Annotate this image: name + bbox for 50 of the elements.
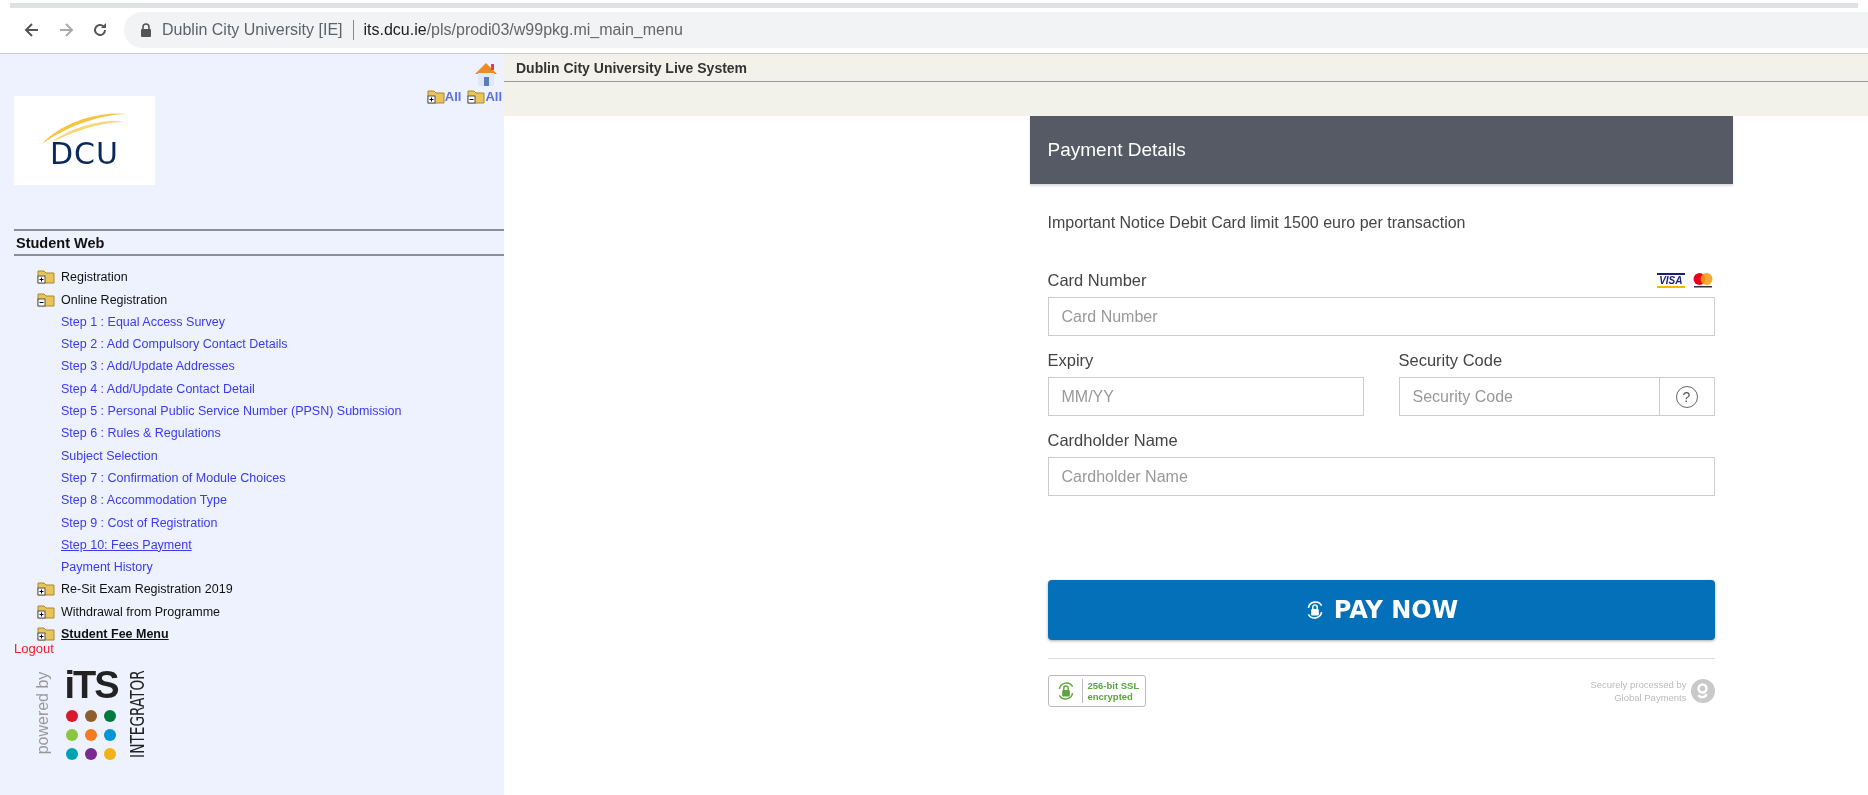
folder-plus-icon[interactable] xyxy=(37,580,55,597)
notice-text: Important Notice Debit Card limit 1500 euro per transaction xyxy=(1047,214,1467,232)
menu-folder-link[interactable]: Registration xyxy=(61,270,128,285)
menu-folder-link[interactable]: Re-Sit Exam Registration 2019 xyxy=(61,582,233,597)
menu-step-link[interactable]: Step 8 : Accommodation Type xyxy=(61,493,227,508)
integrator-logo: iTS xyxy=(64,666,118,761)
ssl-badge: 256-bit SSL encrypted xyxy=(1047,675,1147,707)
processed-by-text: Securely processed by Global Payments xyxy=(1590,678,1687,704)
folder-minus-icon[interactable] xyxy=(37,290,55,307)
input-field[interactable]: Card Number xyxy=(1047,297,1715,336)
site-name: Dublin City University [IE] xyxy=(162,21,343,39)
field-label: Card Number xyxy=(1047,270,1147,290)
university-logo: DCU xyxy=(14,96,155,185)
folder-plus-icon[interactable] xyxy=(37,625,55,642)
menu-step-link[interactable]: Step 9 : Cost of Registration xyxy=(61,515,218,530)
field-label: Security Code xyxy=(1398,350,1503,370)
url-text: its.dcu.ie/pls/prodi03/w99pkg.mi_main_menu xyxy=(363,21,683,39)
menu-step-link[interactable]: Step 6 : Rules & Regulations xyxy=(61,426,221,441)
menu-step-link[interactable]: Step 1 : Equal Access Survey xyxy=(61,314,225,329)
input-field[interactable]: Cardholder Name xyxy=(1047,457,1715,496)
menu-step-link[interactable]: Step 3 : Add/Update Addresses xyxy=(61,359,235,374)
field-label: Cardholder Name xyxy=(1047,430,1178,450)
logout-link[interactable]: Logout xyxy=(14,641,54,657)
address-bar[interactable]: Dublin City University [IE] its.dcu.ie/pls/prodi03/w99pkg.mi_main_menu xyxy=(124,12,1868,48)
menu-step-link[interactable]: Step 4 : Add/Update Contact Detail xyxy=(61,381,255,396)
menu-step-link[interactable]: Step 7 : Confirmation of Module Choices xyxy=(61,470,286,485)
collapse-all-button[interactable]: All xyxy=(467,88,502,104)
menu-folder-link[interactable]: Withdrawal from Programme xyxy=(61,604,221,619)
field-label: Expiry xyxy=(1047,350,1094,370)
system-title: Dublin City University Live System xyxy=(516,60,748,76)
menu-step-link[interactable]: Payment History xyxy=(61,560,153,575)
input-field[interactable]: Security Code ? xyxy=(1398,377,1715,416)
expand-all-button[interactable]: All xyxy=(426,88,462,104)
processor-logo-icon xyxy=(1690,679,1715,703)
menu-folder-link[interactable]: Student Fee Menu xyxy=(61,627,169,642)
menu-step-link[interactable]: Step 2 : Add Compulsory Contact Details xyxy=(61,337,288,352)
menu-step-link[interactable]: Step 10: Fees Payment xyxy=(61,537,192,552)
powered-by-text: powered by xyxy=(34,671,52,755)
pay-now-button[interactable]: PAY NOW xyxy=(1047,580,1715,640)
section-header: Student Web xyxy=(14,229,504,256)
visa-logo: VISA xyxy=(1657,272,1685,288)
integrator-text: INTEGRATOR xyxy=(126,670,148,758)
payment-header: Payment Details xyxy=(1029,116,1733,184)
menu-step-link[interactable]: Subject Selection xyxy=(61,448,158,463)
menu-folder-link[interactable]: Online Registration xyxy=(61,292,168,307)
folder-plus-icon[interactable] xyxy=(37,268,55,285)
menu-step-link[interactable]: Step 5 : Personal Public Service Number (PPSN) Submission xyxy=(61,404,402,419)
folder-plus-icon[interactable] xyxy=(37,602,55,619)
input-field[interactable]: MM/YY xyxy=(1047,377,1364,416)
lock-icon xyxy=(140,23,152,37)
